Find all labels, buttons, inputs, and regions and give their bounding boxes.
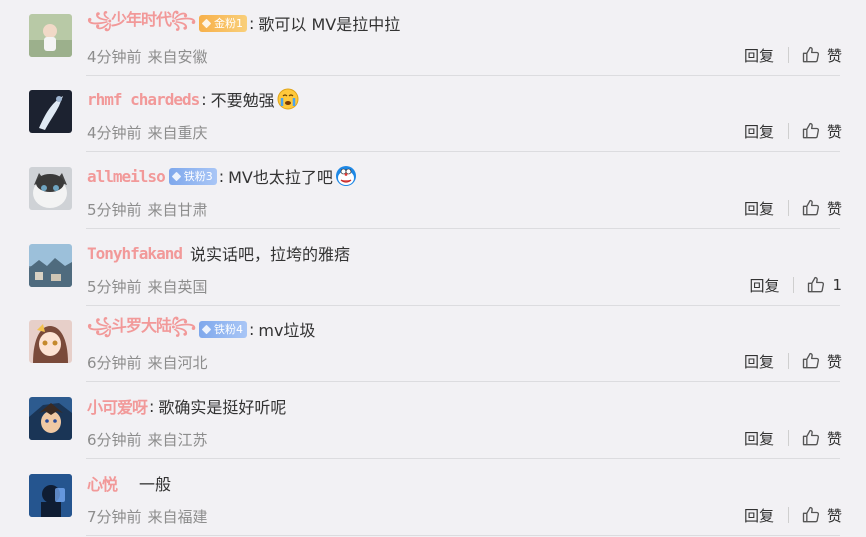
avatar[interactable] [29, 474, 72, 517]
comment-item: Tonyhfakand 说实话吧，拉垮的雅痞 5分钟前 来自英国 回复 1 [0, 230, 866, 306]
like-label: 赞 [826, 429, 842, 448]
thumbs-up-icon [802, 199, 820, 216]
reply-button[interactable]: 回复 [744, 45, 774, 66]
diamond-icon [201, 18, 212, 28]
comment-text: 歌确实是挺好听呢 [158, 398, 287, 417]
comment-location: 来自福建 [147, 508, 208, 526]
reply-button[interactable]: 回复 [744, 505, 774, 526]
thumbs-up-icon [802, 352, 820, 369]
comment-time: 7分钟前 [87, 508, 142, 526]
comment-item: rhmf chardeds : 不要勉强 4分钟前 来自重庆 回复 赞 [0, 76, 866, 152]
thumbs-up-icon [802, 506, 820, 523]
comment-text: 说实话吧，拉垮的雅痞 [189, 245, 350, 264]
like-button[interactable]: 赞 [801, 121, 842, 142]
comment-item: 小可爱呀 : 歌确实是挺好听呢 6分钟前 来自江苏 回复 赞 [0, 383, 866, 459]
comment-item: ꧁斗罗大陆꧂ 铁粉4 : mv垃圾 6分钟前 来自河北 回复 赞 [0, 306, 866, 382]
comment-list: ꧁少年时代꧂ 金粉1 : 歌可以 MV是拉中拉 4分钟前 来自安徽 回复 赞 rh… [0, 0, 866, 537]
comment-meta: 6分钟前 来自河北 [87, 352, 208, 373]
comment-location: 来自重庆 [147, 124, 208, 142]
avatar[interactable] [29, 90, 72, 133]
comment-location: 来自河北 [147, 354, 208, 372]
comment-meta: 4分钟前 来自重庆 [87, 122, 208, 143]
avatar[interactable] [29, 167, 72, 210]
comment-item: 心悦 一般 7分钟前 来自福建 回复 赞 [0, 460, 866, 536]
comment-time: 6分钟前 [87, 354, 142, 372]
diamond-icon [201, 324, 212, 334]
fan-badge[interactable]: 铁粉3 [168, 167, 217, 185]
divider [787, 507, 789, 523]
fan-badge[interactable]: 金粉1 [198, 14, 247, 32]
comment-time: 6分钟前 [87, 431, 142, 449]
username[interactable]: allmeilso [87, 167, 166, 186]
comment-text: MV也太拉了吧 [228, 168, 333, 187]
divider [787, 353, 789, 369]
fan-badge[interactable]: 铁粉4 [198, 320, 247, 338]
divider [787, 200, 789, 216]
avatar[interactable] [29, 320, 72, 363]
avatar[interactable] [29, 244, 72, 287]
comment-text: 不要勉强 [210, 91, 275, 110]
username[interactable]: Tonyhfakand [87, 244, 183, 263]
divider [793, 277, 795, 293]
diamond-icon [171, 171, 181, 181]
comment-item: allmeilso 铁粉3 : MV也太拉了吧 5分钟前 来自甘肃 回复 赞 [0, 153, 866, 229]
comment-meta: 5分钟前 来自甘肃 [87, 199, 208, 220]
username[interactable]: ꧁斗罗大陆꧂ [87, 312, 196, 346]
like-label: 赞 [826, 122, 842, 141]
crying-face-icon [277, 88, 299, 110]
like-count: 1 [832, 276, 842, 294]
doraemon-face-icon [335, 166, 356, 186]
thumbs-up-icon [802, 46, 820, 63]
like-button[interactable]: 赞 [801, 351, 842, 372]
reply-button[interactable]: 回复 [744, 351, 774, 372]
like-label: 赞 [826, 46, 842, 65]
reply-button[interactable]: 回复 [744, 198, 774, 219]
avatar[interactable] [29, 397, 72, 440]
username[interactable]: 心悦 [87, 471, 118, 495]
username[interactable]: 小可爱呀 [87, 394, 148, 418]
comment-location: 来自英国 [147, 278, 208, 296]
comment-time: 5分钟前 [87, 278, 142, 296]
like-button[interactable]: 赞 [801, 505, 842, 526]
comment-location: 来自甘肃 [147, 201, 208, 219]
avatar[interactable] [29, 14, 72, 57]
comment-meta: 5分钟前 来自英国 [87, 276, 208, 297]
comment-text: 歌可以 MV是拉中拉 [258, 15, 401, 34]
like-label: 赞 [826, 199, 842, 218]
like-button[interactable]: 赞 [801, 198, 842, 219]
reply-button[interactable]: 回复 [749, 275, 779, 296]
like-label: 赞 [826, 352, 842, 371]
divider [787, 47, 789, 63]
thumbs-up-icon [808, 276, 825, 293]
thumbs-up-icon [802, 122, 820, 139]
like-button[interactable]: 1 [806, 275, 842, 295]
comment-location: 来自安徽 [147, 48, 208, 66]
comment-meta: 6分钟前 来自江苏 [87, 429, 208, 450]
like-button[interactable]: 赞 [801, 428, 842, 449]
username[interactable]: ꧁少年时代꧂ [87, 6, 196, 40]
comment-time: 4分钟前 [87, 124, 142, 142]
like-button[interactable]: 赞 [801, 45, 842, 66]
username[interactable]: rhmf chardeds [87, 90, 200, 109]
comment-meta: 4分钟前 来自安徽 [87, 46, 208, 67]
like-label: 赞 [826, 506, 842, 525]
divider [787, 123, 789, 139]
comment-location: 来自江苏 [147, 431, 208, 449]
divider [787, 430, 789, 446]
comment-text: mv垃圾 [258, 321, 316, 340]
comment-item: ꧁少年时代꧂ 金粉1 : 歌可以 MV是拉中拉 4分钟前 来自安徽 回复 赞 [0, 0, 866, 76]
reply-button[interactable]: 回复 [744, 428, 774, 449]
comment-time: 5分钟前 [87, 201, 142, 219]
comment-text: 一般 [139, 475, 172, 494]
reply-button[interactable]: 回复 [744, 121, 774, 142]
comment-meta: 7分钟前 来自福建 [87, 506, 208, 527]
thumbs-up-icon [802, 429, 820, 446]
comment-time: 4分钟前 [87, 48, 142, 66]
